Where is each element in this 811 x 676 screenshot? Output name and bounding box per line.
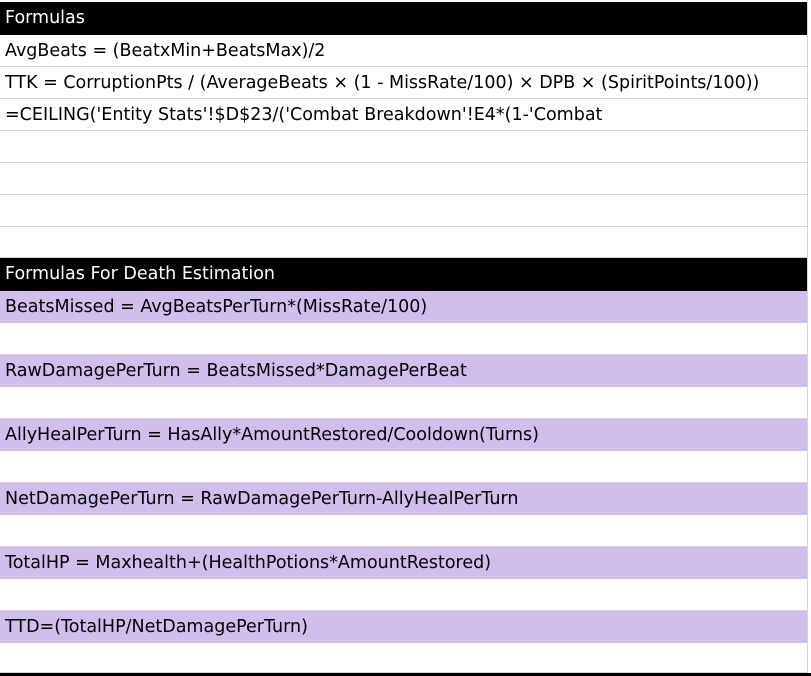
formula-cell-raw-damage[interactable]: RawDamagePerTurn = BeatsMissed*DamagePer… <box>0 355 807 387</box>
formula-cell-net-damage[interactable]: NetDamagePerTurn = RawDamagePerTurn-Ally… <box>0 483 807 515</box>
column-gridline <box>807 0 808 676</box>
empty-cell[interactable] <box>0 515 807 547</box>
spreadsheet-grid: Formulas AvgBeats = (BeatxMin+BeatsMax)/… <box>0 0 811 676</box>
empty-cell[interactable] <box>0 323 807 355</box>
formula-cell-ceiling[interactable]: =CEILING('Entity Stats'!$D$23/('Combat B… <box>0 99 807 131</box>
formulas-header-cell[interactable]: Formulas <box>0 2 807 35</box>
empty-cell[interactable] <box>0 387 807 419</box>
empty-cell[interactable] <box>0 131 807 163</box>
formula-cell-total-hp[interactable]: TotalHP = Maxhealth+(HealthPotions*Amoun… <box>0 547 807 579</box>
formula-cell-ttd[interactable]: TTD=(TotalHP/NetDamagePerTurn) <box>0 611 807 643</box>
formula-cell-avgbeats[interactable]: AvgBeats = (BeatxMin+BeatsMax)/2 <box>0 35 807 67</box>
death-estimation-header-cell[interactable]: Formulas For Death Estimation <box>0 258 807 291</box>
formula-cell-beats-missed[interactable]: BeatsMissed = AvgBeatsPerTurn*(MissRate/… <box>0 291 807 323</box>
formula-cell-ttk[interactable]: TTK = CorruptionPts / (AverageBeats × (1… <box>0 67 807 99</box>
empty-cell[interactable] <box>0 227 807 258</box>
empty-cell[interactable] <box>0 643 807 673</box>
empty-cell[interactable] <box>0 195 807 227</box>
empty-cell[interactable] <box>0 579 807 611</box>
empty-cell[interactable] <box>0 451 807 483</box>
formula-cell-ally-heal[interactable]: AllyHealPerTurn = HasAlly*AmountRestored… <box>0 419 807 451</box>
empty-cell[interactable] <box>0 163 807 195</box>
